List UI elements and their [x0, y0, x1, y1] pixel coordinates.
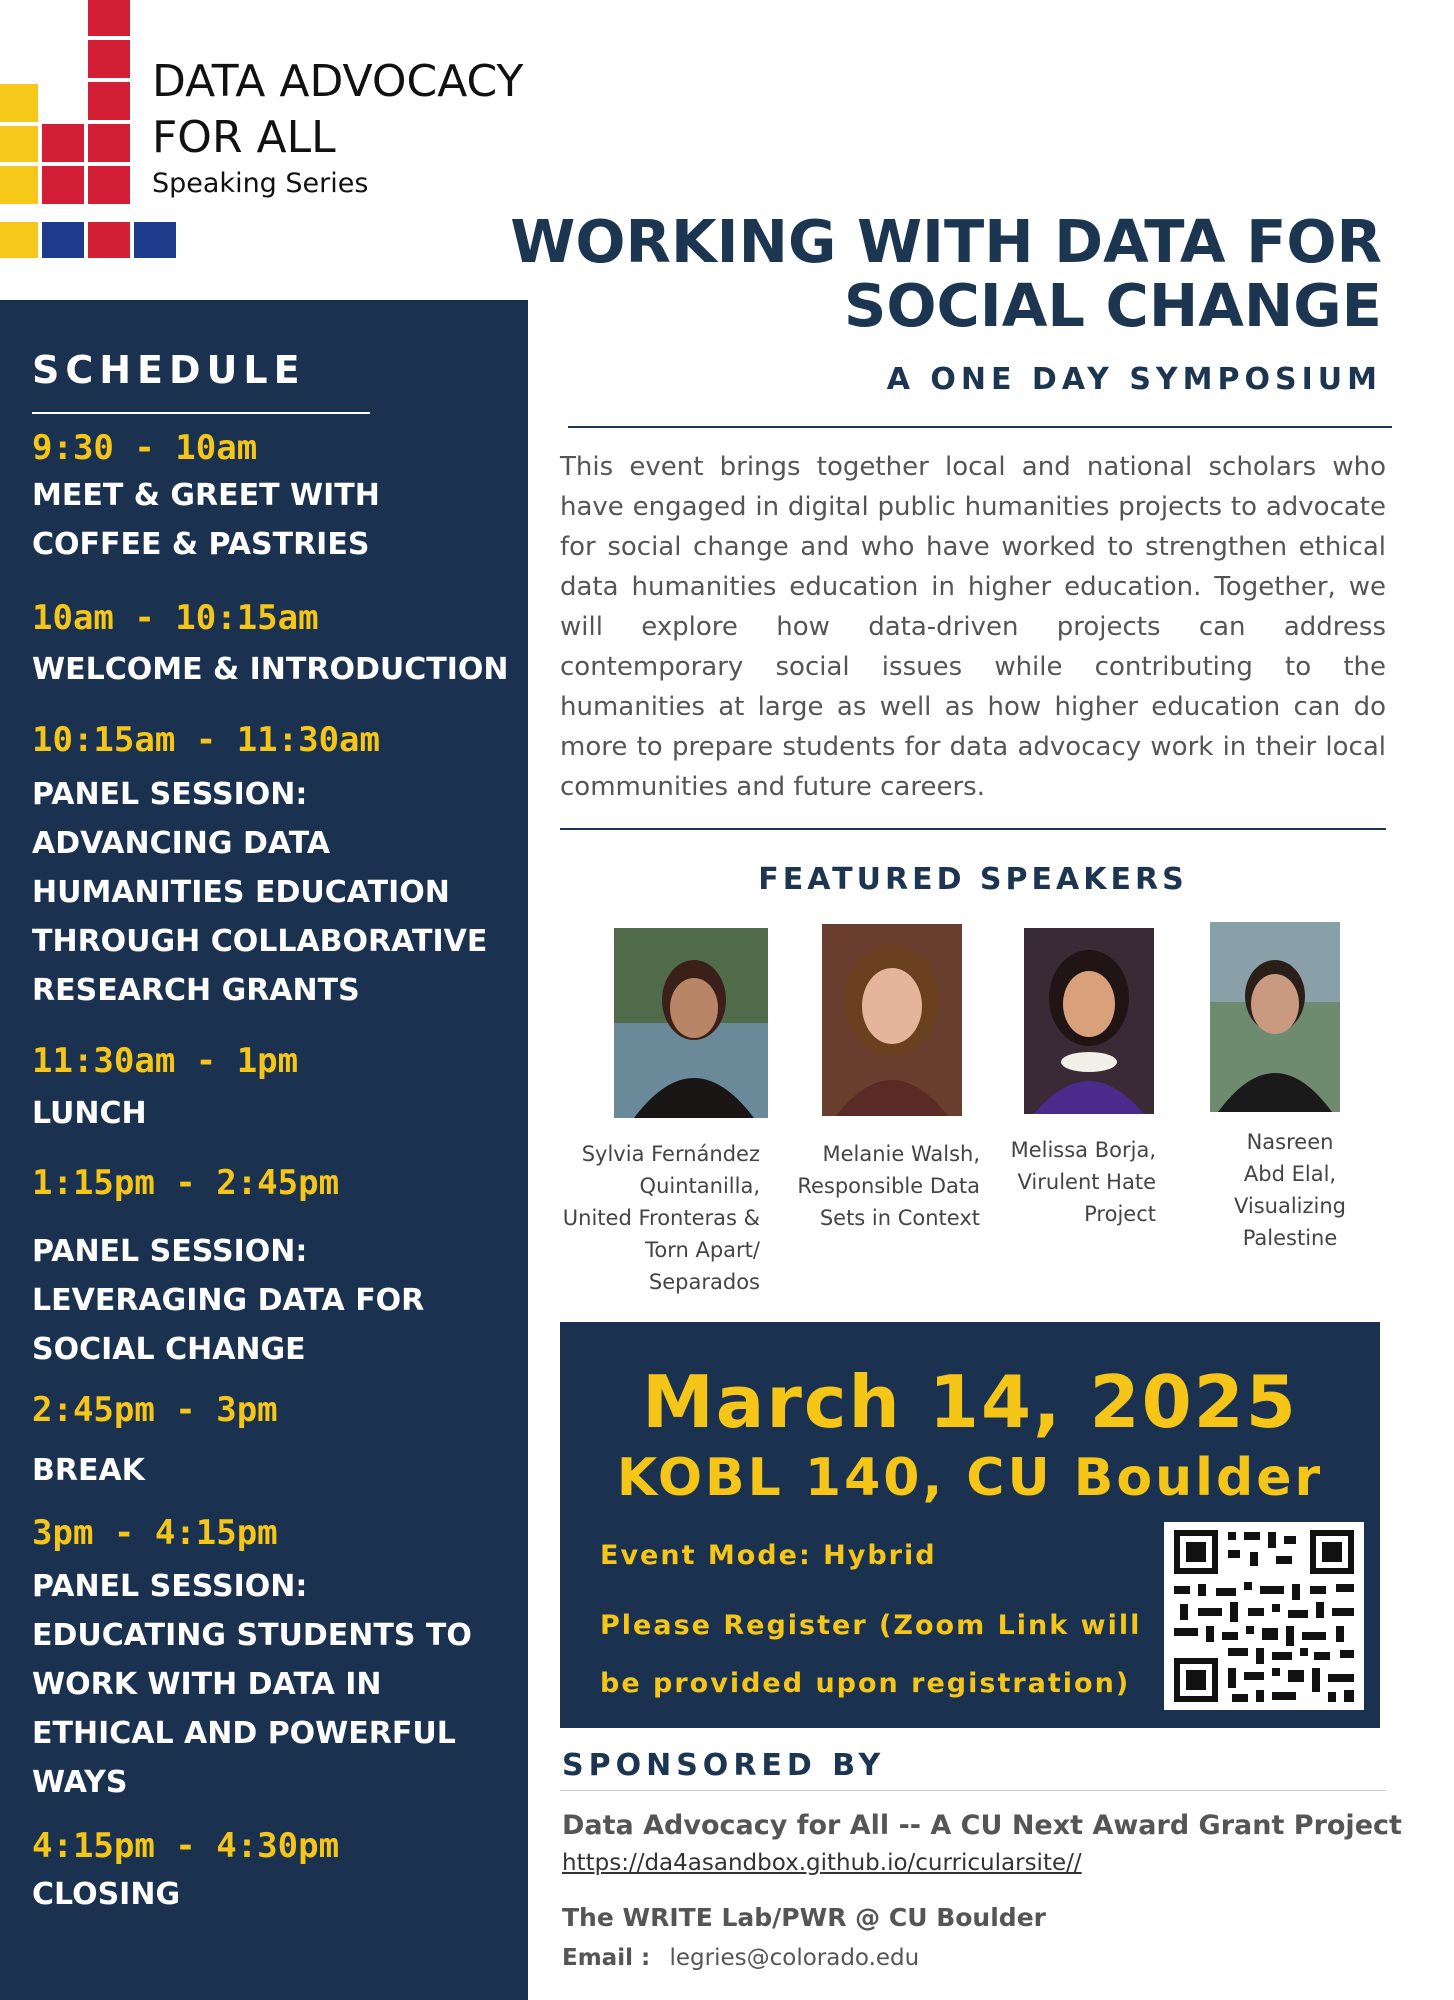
schedule-time-8: 4:15pm - 4:30pm [32, 1826, 340, 1866]
event-date: March 14, 2025 [642, 1360, 1298, 1444]
speaker-photo-4 [1210, 922, 1340, 1112]
schedule-time-7: 3pm - 4:15pm [32, 1513, 278, 1553]
sponsor-org-1: Data Advocacy for All -- A CU Next Award… [562, 1810, 1402, 1841]
schedule-activity-5: PANEL SESSION: LEVERAGING DATA FOR SOCIA… [32, 1234, 425, 1367]
qr-code-icon[interactable] [1164, 1522, 1364, 1710]
page-subtitle: A ONE DAY SYMPOSIUM [886, 362, 1382, 397]
page-title-line1: WORKING WITH DATA FOR [510, 207, 1382, 276]
schedule-heading: SCHEDULE [32, 348, 306, 392]
page-title: WORKING WITH DATA FOR SOCIAL CHANGE [422, 210, 1382, 338]
schedule-divider [32, 412, 370, 414]
event-venue: KOBL 140, CU Boulder [616, 1448, 1324, 1508]
sponsor-divider [560, 1790, 1386, 1791]
schedule-time-2: 10am - 10:15am [32, 598, 319, 638]
page-title-line2: SOCIAL CHANGE [843, 271, 1382, 340]
logo-subtitle: Speaking Series [152, 168, 369, 199]
schedule-activity-1: MEET & GREET WITH COFFEE & PASTRIES [32, 478, 380, 562]
schedule-time-1: 9:30 - 10am [32, 428, 258, 468]
schedule-activity-4: LUNCH [32, 1096, 147, 1131]
schedule-time-3: 10:15am - 11:30am [32, 720, 380, 760]
sponsor-link[interactable]: https://da4asandbox.github.io/curricular… [562, 1850, 1082, 1876]
speaker-name-3: Melissa Borja, Virulent Hate Project [1010, 1138, 1156, 1226]
speaker-name-4: Nasreen Abd Elal, Visualizing Palestine [1233, 1130, 1347, 1250]
title-divider [568, 426, 1392, 428]
register-line-2: be provided upon registration) [600, 1668, 1131, 1699]
event-details-box: March 14, 2025 KOBL 140, CU Boulder Even… [560, 1322, 1380, 1728]
email-label: Email : [562, 1945, 651, 1971]
schedule-time-4: 11:30am - 1pm [32, 1041, 299, 1081]
event-mode: Event Mode: Hybrid [600, 1540, 937, 1571]
register-line-1: Please Register (Zoom Link will [600, 1610, 1142, 1641]
featured-speakers-heading: FEATURED SPEAKERS [758, 862, 1188, 897]
schedule-time-5: 1:15pm - 2:45pm [32, 1163, 340, 1203]
speaker-photo-1 [614, 928, 768, 1118]
schedule-activity-8: CLOSING [32, 1877, 181, 1912]
event-description: This event brings together local and nat… [560, 452, 1386, 802]
schedule-activity-2: WELCOME & INTRODUCTION [32, 652, 509, 687]
sponsor-org-2: The WRITE Lab/PWR @ CU Boulder [562, 1903, 1046, 1932]
speaker-name-2: Melanie Walsh, Responsible Data Sets in … [797, 1142, 980, 1230]
schedule-activity-6: BREAK [32, 1453, 145, 1488]
logo-title-line1: DATA ADVOCACY [152, 56, 524, 107]
schedule-time-6: 2:45pm - 3pm [32, 1390, 278, 1430]
logo-title-line2: FOR ALL [152, 112, 336, 163]
schedule-activity-3: PANEL SESSION: ADVANCING DATA HUMANITIES… [32, 777, 488, 1008]
email-address[interactable]: legries@colorado.edu [669, 1945, 919, 1971]
schedule-activity-7: PANEL SESSION: EDUCATING STUDENTS TO WOR… [32, 1569, 472, 1800]
speaker-name-1: Sylvia Fernández Quintanilla, United Fro… [562, 1142, 760, 1294]
speaker-photo-2 [822, 924, 962, 1116]
speaker-photo-3 [1024, 928, 1154, 1114]
email-row: Email : legries@colorado.edu [562, 1945, 919, 1971]
description-divider [560, 828, 1386, 830]
sponsored-by-heading: SPONSORED BY [562, 1748, 886, 1783]
